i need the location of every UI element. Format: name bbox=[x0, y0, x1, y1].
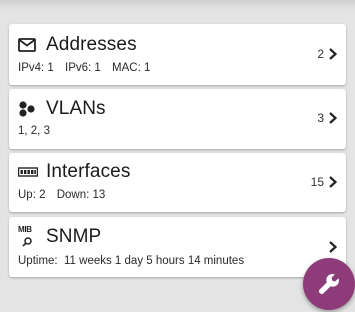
interfaces-title: Interfaces bbox=[46, 161, 131, 182]
interfaces-title-row: Interfaces bbox=[18, 161, 130, 183]
addresses-title: Addresses bbox=[46, 34, 137, 55]
interfaces-up: Up: 2 bbox=[18, 189, 46, 201]
snmp-title: SNMP bbox=[46, 226, 102, 247]
interfaces-card[interactable]: Interfaces Up: 2 Down: 13 15 bbox=[9, 153, 346, 212]
ipv4-count: IPv4: 1 bbox=[18, 62, 54, 74]
vlans-count: 3 bbox=[317, 111, 324, 125]
interfaces-icon bbox=[18, 161, 40, 183]
addresses-card[interactable]: Addresses IPv4: 1 IPv6: 1 MAC: 1 2 bbox=[9, 24, 346, 85]
ipv6-count: IPv6: 1 bbox=[65, 62, 101, 74]
chevron-right-icon bbox=[327, 47, 339, 61]
snmp-details: Uptime: 11 weeks 1 day 5 hours 14 minute… bbox=[18, 255, 244, 267]
addresses-title-row: Addresses bbox=[18, 34, 137, 56]
envelope-icon bbox=[18, 34, 40, 56]
vlan-dots-icon bbox=[18, 98, 40, 120]
mac-count: MAC: 1 bbox=[112, 62, 151, 74]
interfaces-count: 15 bbox=[310, 175, 324, 189]
vlans-title: VLANs bbox=[46, 98, 106, 119]
snmp-card[interactable]: MIB SNMP Uptime: 11 weeks 1 day 5 hours … bbox=[9, 217, 346, 277]
top-strip bbox=[0, 0, 355, 10]
interfaces-down: Down: 13 bbox=[56, 189, 106, 201]
vlans-details: 1, 2, 3 bbox=[18, 125, 50, 137]
vlan-list: 1, 2, 3 bbox=[18, 125, 50, 137]
snmp-uptime: Uptime: 11 weeks 1 day 5 hours 14 minute… bbox=[18, 255, 245, 267]
vlans-card[interactable]: VLANs 1, 2, 3 3 bbox=[9, 89, 346, 149]
snmp-title-row: MIB SNMP bbox=[18, 225, 102, 248]
interfaces-details: Up: 2 Down: 13 bbox=[18, 189, 105, 201]
addresses-details: IPv4: 1 IPv6: 1 MAC: 1 bbox=[18, 62, 150, 74]
vlans-title-row: VLANs bbox=[18, 98, 106, 120]
mib-icon: MIB bbox=[18, 225, 40, 248]
tools-fab-button[interactable] bbox=[303, 258, 355, 310]
chevron-right-icon bbox=[327, 111, 339, 125]
addresses-count: 2 bbox=[317, 47, 324, 61]
chevron-right-icon bbox=[327, 240, 339, 254]
wrench-icon bbox=[317, 272, 341, 296]
chevron-right-icon bbox=[327, 175, 339, 189]
